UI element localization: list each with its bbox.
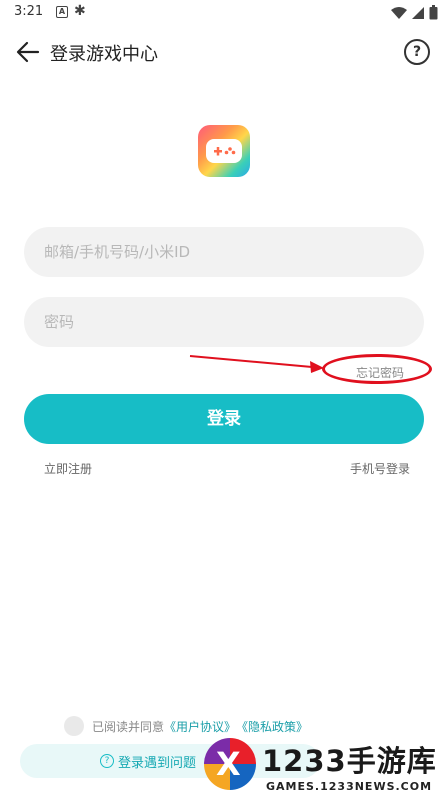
status-time: 3:21 [14, 4, 44, 19]
agreement-checkbox[interactable] [64, 716, 84, 736]
account-input[interactable] [24, 227, 424, 277]
agreement-prefix: 已阅读并同意 [92, 719, 165, 734]
header: 登录游戏中心 ? [0, 30, 448, 74]
status-indicators [391, 5, 438, 20]
gamepad-icon [206, 139, 242, 163]
user-agreement-link[interactable]: 《用户协议》 [164, 718, 236, 735]
watermark-brand: 1233手游库 [262, 744, 437, 778]
watermark-logo-glyph: X [216, 745, 241, 783]
phone-login-link[interactable]: 手机号登录 [350, 460, 410, 477]
question-icon: ? [100, 754, 114, 768]
back-button[interactable] [14, 38, 42, 66]
game-center-logo [198, 125, 250, 177]
annotation-ellipse [322, 354, 432, 384]
signal-icon [412, 6, 424, 19]
password-input[interactable] [24, 297, 424, 347]
watermark: X 1233手游库 GAMES.1233NEWS.COM [204, 738, 448, 798]
watermark-logo: X [204, 738, 256, 790]
login-button[interactable]: 登录 [24, 394, 424, 444]
bug-notification-icon: ✱ [74, 3, 86, 19]
privacy-policy-link[interactable]: 《隐私政策》 [236, 718, 308, 735]
battery-icon [429, 5, 438, 20]
watermark-url: GAMES.1233NEWS.COM [266, 780, 433, 793]
page-title: 登录游戏中心 [50, 44, 158, 65]
annotation-arrow [189, 355, 324, 373]
a-notification-icon: A [56, 6, 68, 18]
wifi-icon [391, 6, 407, 19]
agreement-row: 已阅读并同意 《用户协议》 《隐私政策》 [64, 716, 308, 736]
help-icon[interactable]: ? [404, 39, 430, 65]
back-arrow-icon [16, 41, 40, 63]
register-link[interactable]: 立即注册 [44, 460, 92, 477]
login-help-label: 登录遇到问题 [118, 756, 197, 771]
status-bar: 3:21 A ✱ [0, 0, 448, 26]
